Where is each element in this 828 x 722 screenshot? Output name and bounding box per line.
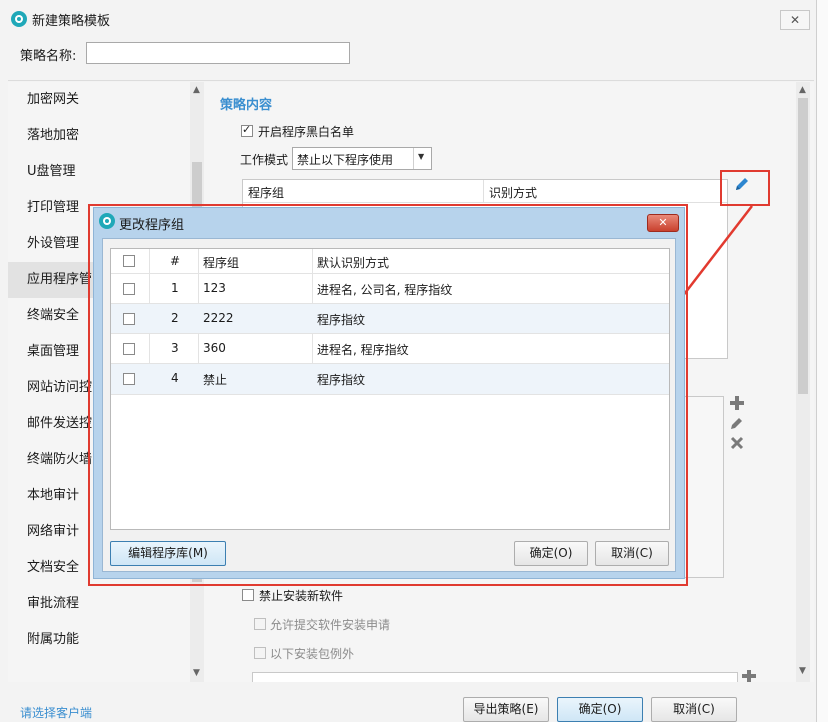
row-group: 123 <box>203 281 226 295</box>
dialog-body: # 程序组 默认识别方式 1 123 进程名, 公司名, 程序指纹 2 2222… <box>102 238 676 572</box>
grid-header: # 程序组 默认识别方式 <box>111 249 669 273</box>
table-row[interactable]: 1 123 进程名, 公司名, 程序指纹 <box>111 273 669 304</box>
except-packages-checkbox[interactable] <box>254 647 266 659</box>
scroll-up-icon[interactable]: ▲ <box>193 85 200 95</box>
header-program-group: 程序组 <box>248 186 285 200</box>
change-program-group-dialog: 更改程序组 ✕ # 程序组 默认识别方式 1 123 进程名, 公司名, 程序指… <box>93 207 685 579</box>
row-checkbox[interactable] <box>123 283 135 295</box>
sidebar-item-addon[interactable]: 附属功能 <box>8 622 190 658</box>
content-scroll-thumb[interactable] <box>798 98 808 394</box>
sidebar-item-landing-encrypt[interactable]: 落地加密 <box>8 118 190 154</box>
header-identify-method: 识别方式 <box>489 186 538 200</box>
except-packages-label: 以下安装包例外 <box>270 647 355 661</box>
work-mode-label: 工作模式 <box>240 153 289 167</box>
allow-submit-label: 允许提交软件安装申请 <box>270 618 391 632</box>
block-install-label: 禁止安装新软件 <box>259 589 344 603</box>
select-divider <box>413 148 414 169</box>
row-method: 程序指纹 <box>317 313 366 327</box>
edit-program-library-button[interactable]: 编辑程序库(M) <box>110 541 226 566</box>
row-group: 禁止 <box>203 373 228 387</box>
plus-icon[interactable] <box>729 395 745 415</box>
row-number: 2 <box>171 311 179 325</box>
app-logo-icon <box>99 213 115 229</box>
pencil-small-icon[interactable] <box>729 415 745 435</box>
scroll-down-icon[interactable]: ▼ <box>799 666 806 676</box>
row-group: 2222 <box>203 311 234 325</box>
whitelist-label: 开启程序黑白名单 <box>258 125 355 139</box>
select-client-link[interactable]: 请选择客户端 <box>20 704 92 721</box>
row-method: 进程名, 程序指纹 <box>317 343 409 357</box>
work-mode-select[interactable]: 禁止以下程序使用 ▼ <box>292 147 432 170</box>
divider <box>8 80 814 81</box>
pencil-icon[interactable] <box>733 175 751 197</box>
header-default-method: 默认识别方式 <box>317 256 390 270</box>
row-number: 1 <box>171 281 179 295</box>
header-divider <box>483 180 484 202</box>
ok-button[interactable]: 确定(O) <box>557 697 643 722</box>
block-install-checkbox[interactable] <box>242 589 254 601</box>
x-icon[interactable] <box>729 435 745 455</box>
sidebar-item-approval[interactable]: 审批流程 <box>8 586 190 622</box>
dialog-cancel-button[interactable]: 取消(C) <box>595 541 669 566</box>
header-program-group: 程序组 <box>203 256 240 270</box>
row-checkbox[interactable] <box>123 373 135 385</box>
dialog-title-bar: 更改程序组 ✕ <box>94 208 684 236</box>
close-window-button[interactable]: ✕ <box>780 10 810 30</box>
sidebar-item-encrypt-gateway[interactable]: 加密网关 <box>8 82 190 118</box>
table-row[interactable]: 2 2222 程序指纹 <box>111 303 669 334</box>
program-group-grid: # 程序组 默认识别方式 1 123 进程名, 公司名, 程序指纹 2 2222… <box>110 248 670 530</box>
row-number: 4 <box>171 371 179 385</box>
section-title: 策略内容 <box>220 98 273 113</box>
table-row[interactable]: 4 禁止 程序指纹 <box>111 363 669 395</box>
row-method: 程序指纹 <box>317 373 366 387</box>
scroll-down-icon[interactable]: ▼ <box>193 668 200 678</box>
row-number: 3 <box>171 341 179 355</box>
table-row[interactable]: 3 360 进程名, 程序指纹 <box>111 333 669 364</box>
exceptions-table <box>252 672 738 682</box>
select-all-checkbox[interactable] <box>123 255 135 267</box>
chevron-down-icon: ▼ <box>418 152 425 161</box>
background-window-edge <box>817 0 828 722</box>
scroll-up-icon[interactable]: ▲ <box>799 85 806 95</box>
window-title: 新建策略模板 <box>32 14 111 29</box>
dialog-ok-button[interactable]: 确定(O) <box>514 541 588 566</box>
dialog-title: 更改程序组 <box>119 218 185 233</box>
content-scrollbar[interactable]: ▲ ▼ <box>796 82 810 682</box>
allow-submit-checkbox[interactable] <box>254 618 266 630</box>
sidebar-item-usb[interactable]: U盘管理 <box>8 154 190 190</box>
header-number: # <box>170 254 181 268</box>
cancel-button[interactable]: 取消(C) <box>651 697 737 722</box>
export-policy-button[interactable]: 导出策略(E) <box>463 697 549 722</box>
work-mode-value: 禁止以下程序使用 <box>297 153 394 167</box>
app-logo-icon <box>11 11 27 27</box>
policy-name-label: 策略名称: <box>20 49 77 64</box>
plus-icon-2[interactable] <box>742 670 756 686</box>
policy-name-input[interactable] <box>86 42 350 64</box>
dialog-close-button[interactable]: ✕ <box>647 214 679 232</box>
row-checkbox[interactable] <box>123 313 135 325</box>
title-bar: 新建策略模板 ✕ <box>0 0 816 36</box>
row-group: 360 <box>203 341 226 355</box>
row-method: 进程名, 公司名, 程序指纹 <box>317 283 453 297</box>
row-checkbox[interactable] <box>123 343 135 355</box>
whitelist-checkbox[interactable] <box>241 123 253 137</box>
